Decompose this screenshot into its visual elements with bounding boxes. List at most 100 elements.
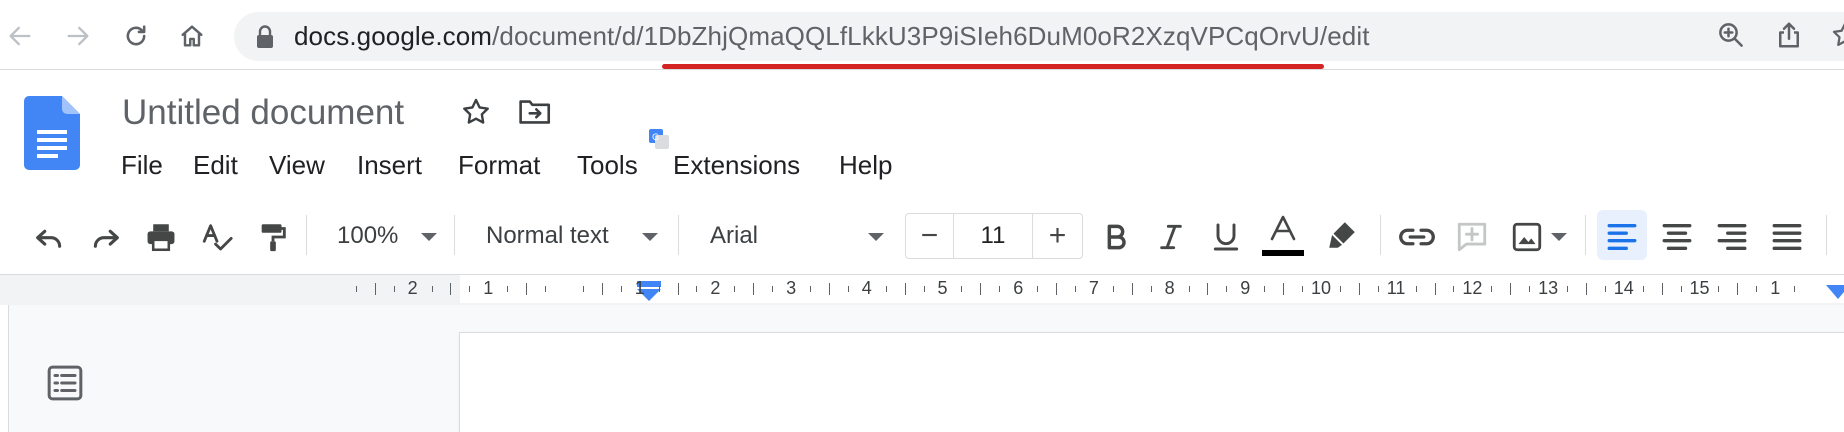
ruler-number: 2 [407, 278, 418, 298]
menu-insert[interactable]: Insert [357, 148, 422, 182]
home-icon[interactable] [176, 20, 208, 52]
menu-tools[interactable]: Tools [577, 148, 638, 182]
paragraph-style-select[interactable]: Normal text [486, 220, 609, 252]
ruler-tick [450, 283, 451, 295]
svg-text:G: G [652, 133, 659, 143]
insert-image-icon[interactable] [1508, 218, 1546, 256]
ruler-tick [507, 286, 508, 292]
ruler-number: 14 [1613, 278, 1634, 298]
forward-arrow-icon[interactable] [62, 20, 94, 52]
add-comment-icon[interactable] [1453, 218, 1491, 256]
highlight-color-icon[interactable] [1323, 216, 1361, 254]
ruler-tick [734, 286, 735, 292]
ruler-tick [810, 286, 811, 292]
image-dropdown-icon[interactable] [1551, 233, 1567, 241]
menu-help[interactable]: Help [839, 148, 892, 182]
translate-icon[interactable]: G [648, 128, 670, 150]
share-icon[interactable] [1774, 20, 1804, 50]
back-arrow-icon[interactable] [4, 20, 36, 52]
ruler-tick [848, 286, 849, 292]
ruler-number: 7 [1088, 278, 1099, 298]
lock-icon[interactable] [254, 24, 276, 50]
ruler-tick [1189, 286, 1190, 292]
menu-view[interactable]: View [269, 148, 325, 182]
ruler-tick [1586, 283, 1587, 295]
ruler-tick [659, 286, 660, 292]
reload-icon[interactable] [120, 20, 152, 52]
style-dropdown-icon[interactable] [642, 233, 658, 241]
toolbar-separator [1826, 215, 1827, 255]
document-page[interactable] [460, 333, 1844, 432]
ruler-tick [1359, 283, 1360, 295]
font-dropdown-icon[interactable] [868, 233, 884, 241]
insert-link-icon[interactable] [1398, 218, 1436, 256]
ruler-number: 10 [1311, 278, 1332, 298]
bold-icon[interactable] [1097, 218, 1135, 256]
ruler-number: 4 [861, 278, 872, 298]
redo-icon[interactable] [87, 218, 125, 256]
justify-icon[interactable] [1768, 218, 1806, 256]
ruler-tick [1737, 283, 1738, 295]
ruler-tick [1605, 286, 1606, 292]
ruler-tick [1132, 283, 1133, 295]
toolbar-separator [454, 215, 455, 255]
ruler-number: 13 [1538, 278, 1559, 298]
ruler-number: 2 [710, 278, 721, 298]
url-text[interactable]: docs.google.com/document/d/1DbZhjQmaQQLf… [294, 19, 1370, 53]
toolbar-separator [1380, 215, 1381, 255]
decrease-font-size-button[interactable]: − [906, 214, 953, 258]
menu-format[interactable]: Format [458, 148, 540, 182]
ruler-tick [583, 286, 584, 292]
docs-logo-icon[interactable] [24, 96, 80, 170]
ruler-tick [980, 283, 981, 295]
ruler-tick [602, 283, 603, 295]
zoom-icon[interactable] [1716, 20, 1746, 50]
menu-extensions[interactable]: Extensions [673, 148, 800, 182]
document-outline-icon[interactable] [42, 360, 88, 406]
ruler-tick [1567, 286, 1568, 292]
move-to-folder-icon[interactable] [518, 96, 552, 128]
ruler-tick [905, 283, 906, 295]
toolbar-separator [678, 215, 679, 255]
ruler-number: 8 [1164, 278, 1175, 298]
font-family-select[interactable]: Arial [710, 220, 758, 252]
zoom-select[interactable]: 100% [337, 220, 398, 252]
spellcheck-icon[interactable] [198, 218, 236, 256]
menu-edit[interactable]: Edit [193, 148, 238, 182]
ruler-number: 15 [1689, 278, 1710, 298]
ruler-number: 11 [1386, 278, 1406, 298]
align-center-icon[interactable] [1658, 218, 1696, 256]
url-host: docs.google.com [294, 21, 493, 51]
ruler-tick [999, 286, 1000, 292]
ruler-tick [753, 283, 754, 295]
print-icon[interactable] [142, 218, 180, 256]
ruler-tick [886, 286, 887, 292]
star-icon[interactable] [460, 96, 492, 128]
ruler-number: 6 [1013, 278, 1024, 298]
ruler-tick [1416, 286, 1417, 292]
ruler-tick [469, 286, 470, 292]
italic-icon[interactable] [1152, 218, 1190, 256]
right-margin-marker-icon[interactable] [1826, 285, 1844, 303]
document-title[interactable]: Untitled document [122, 92, 404, 134]
bookmark-star-icon[interactable] [1830, 20, 1844, 52]
zoom-dropdown-icon[interactable] [421, 233, 437, 241]
ruler-tick [1643, 286, 1644, 292]
underline-icon[interactable] [1207, 218, 1245, 256]
align-left-icon[interactable] [1603, 218, 1641, 256]
align-right-icon[interactable] [1713, 218, 1751, 256]
ruler-tick [1037, 286, 1038, 292]
menu-file[interactable]: File [121, 148, 163, 182]
text-color-icon[interactable] [1262, 213, 1304, 257]
ruler-tick [678, 283, 679, 295]
paint-format-icon[interactable] [254, 218, 292, 256]
increase-font-size-button[interactable]: + [1033, 214, 1082, 258]
ruler-tick [1302, 286, 1303, 292]
toolbar-separator [306, 215, 307, 255]
font-size-input[interactable]: 11 [954, 214, 1032, 258]
ruler-tick [1113, 286, 1114, 292]
undo-icon[interactable] [30, 218, 68, 256]
ruler-number: 5 [937, 278, 948, 298]
ruler-tick [1378, 286, 1379, 292]
ruler-tick [432, 286, 433, 292]
